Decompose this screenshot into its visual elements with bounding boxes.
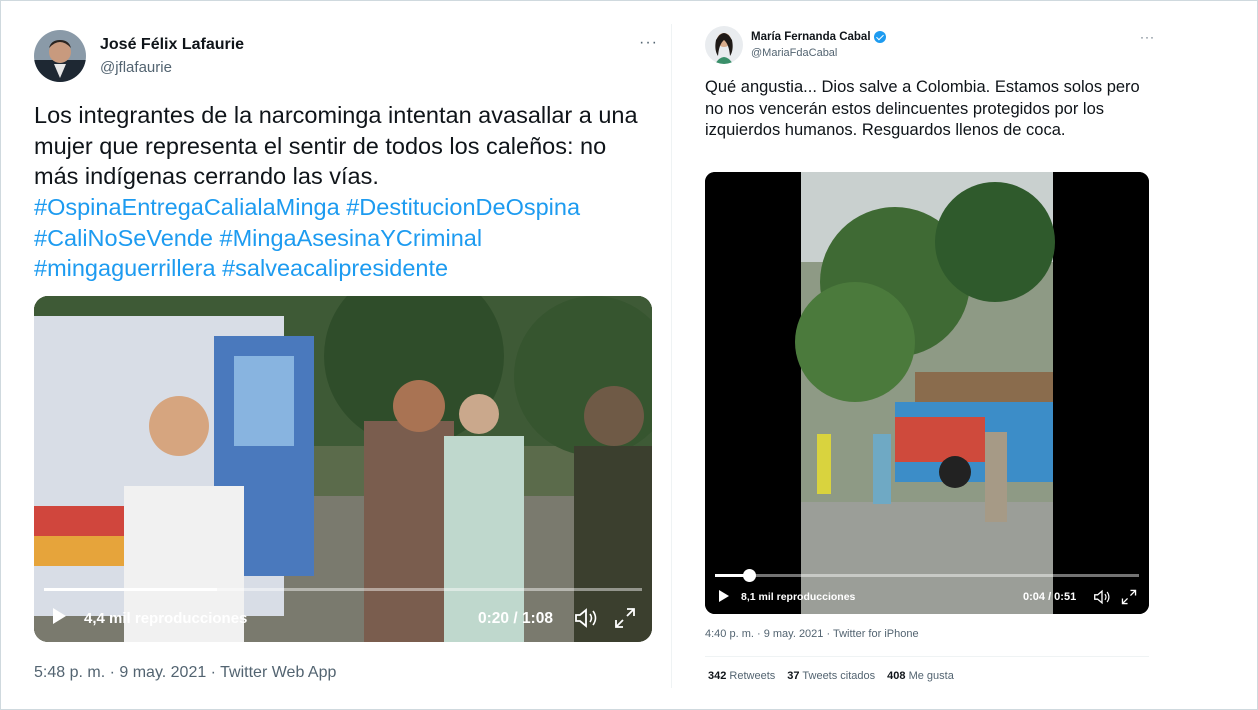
author-name[interactable]: María Fernanda Cabal — [751, 31, 871, 43]
play-icon[interactable] — [719, 590, 729, 602]
progress-handle[interactable] — [742, 569, 756, 582]
likes-label: Me gusta — [908, 670, 954, 682]
more-options-button[interactable]: ··· — [639, 34, 658, 52]
avatar[interactable] — [34, 30, 86, 82]
volume-icon[interactable] — [1093, 589, 1111, 605]
video-controls: 8,1 mil reproducciones 0:04 / 0:51 — [705, 544, 1149, 614]
avatar[interactable] — [705, 26, 743, 64]
time-display: 0:04 / 0:51 — [1023, 591, 1077, 603]
retweets-count: 342 — [708, 670, 727, 682]
quotes-count: 37 — [787, 670, 800, 682]
likes-stat[interactable]: 408 Me gusta — [887, 670, 954, 682]
fullscreen-icon[interactable] — [1121, 589, 1137, 605]
time-display: 0:20 / 1:08 — [478, 610, 553, 627]
quotes-stat[interactable]: 37 Tweets citados — [787, 670, 875, 682]
hashtag-line[interactable]: #mingaguerrillera #salveacalipresidente — [34, 253, 654, 284]
quotes-label: Tweets citados — [802, 670, 876, 682]
play-icon[interactable] — [53, 608, 66, 624]
view-count: 4,4 mil reproducciones — [84, 610, 248, 627]
progress-bar[interactable] — [44, 588, 642, 591]
author-handle[interactable]: @MariaFdaCabal — [751, 47, 837, 59]
view-count: 8,1 mil reproducciones — [741, 591, 856, 603]
author-handle[interactable]: @jflafaurie — [100, 59, 172, 76]
hashtag-line[interactable]: #CaliNoSeVende #MingaAsesinaYCriminal — [34, 223, 654, 254]
video-controls: 4,4 mil reproducciones 0:20 / 1:08 — [34, 572, 652, 642]
verified-badge-icon — [873, 31, 886, 43]
retweets-label: Retweets — [729, 670, 776, 682]
engagement-stats: 342 Retweets 37 Tweets citados 408 Me gu… — [708, 670, 954, 682]
author-name[interactable]: José Félix Lafaurie — [100, 36, 244, 54]
likes-count: 408 — [887, 670, 906, 682]
hashtag-line[interactable]: #OspinaEntregaCalialaMinga #DestitucionD… — [34, 192, 654, 223]
progress-bar[interactable] — [715, 569, 1139, 582]
tweet-timestamp[interactable]: 5:48 p. m. · 9 may. 2021 · Twitter Web A… — [34, 664, 336, 682]
tweet-text: Los integrantes de la narcominga intenta… — [34, 102, 638, 189]
video-player[interactable]: 4,4 mil reproducciones 0:20 / 1:08 — [34, 296, 652, 642]
more-options-button[interactable]: ··· — [1140, 30, 1155, 44]
column-divider — [671, 24, 672, 688]
progress-fill — [44, 588, 218, 591]
hashtags: #OspinaEntregaCalialaMinga #DestitucionD… — [34, 192, 654, 284]
author-name-row[interactable]: María Fernanda Cabal — [751, 31, 886, 43]
video-player[interactable]: 8,1 mil reproducciones 0:04 / 0:51 — [705, 172, 1149, 614]
retweets-stat[interactable]: 342 Retweets — [708, 670, 775, 682]
tweet-text: Qué angustia... Dios salve a Colombia. E… — [705, 78, 1140, 139]
fullscreen-icon[interactable] — [614, 607, 636, 629]
volume-icon[interactable] — [574, 607, 598, 629]
tweet-timestamp[interactable]: 4:40 p. m. · 9 may. 2021 · Twitter for i… — [705, 628, 919, 640]
divider — [705, 656, 1149, 657]
